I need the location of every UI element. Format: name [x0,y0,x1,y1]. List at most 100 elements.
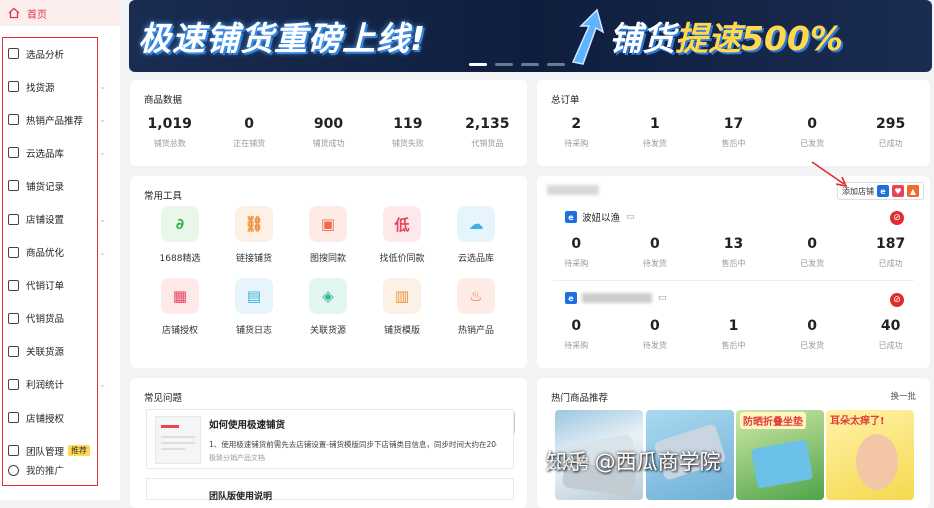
tool-item[interactable]: ▤ 铺货日志 [217,278,291,336]
stat-label: 已发货 [800,139,825,148]
faq-item[interactable]: 如何使用极速铺货 1、使用极速铺货前需先去店铺设置-铺货模版同步下店铺类目信息，… [146,409,514,469]
total-orders-card: 总订单 2 待采购 1 待发货 17 售后中 0 已发货 295 已成功 [537,80,930,166]
stat-value: 0 [807,116,817,132]
stat-label: 已成功 [878,139,903,148]
tool-label: 云选品库 [457,254,494,264]
stat-item[interactable]: 2 待采购 [537,116,616,149]
faq-description: 1、使用极速铺货前需先去店铺设置-铺货模版同步下店铺类目信息，同步时间大约在20… [209,440,497,449]
chevron-down-icon[interactable]: ⌄ [99,215,106,224]
sidebar-item-label: 我的推广 [26,466,65,477]
tool-icon: ▤ [235,278,273,314]
stat-item[interactable]: 119 铺货失败 [368,116,447,149]
tool-item[interactable]: ▦ 店铺授权 [143,278,217,336]
stat-label: 售后中 [721,139,746,148]
heart-icon[interactable]: ♥ [892,185,904,197]
stat-label: 已成功 [878,341,903,350]
tool-item[interactable]: ◈ 关联货源 [291,278,365,336]
stat-value: 17 [723,116,744,132]
stat-item[interactable]: 17 售后中 [694,116,773,149]
tool-label: 关联货源 [309,326,346,336]
faq-question: 如何使用极速铺货 [209,420,286,431]
sidebar-item-home[interactable]: 首页 [0,0,120,26]
product-card[interactable]: 防晒折叠坐垫 [736,410,824,500]
tool-icon: ▦ [161,278,199,314]
blurred-shop-label [547,185,599,195]
tool-icon: ▣ [309,206,347,242]
carousel-dots[interactable] [469,63,565,66]
faq-item[interactable]: 团队版使用说明 [146,478,514,502]
monitor-icon: ▭ [658,293,667,303]
product-card[interactable]: 耳朵太痒了! [826,410,914,500]
stat-item[interactable]: 0 正在铺货 [209,116,288,149]
tool-item[interactable]: ▥ 铺货模版 [365,278,439,336]
stat-item[interactable]: 187 已成功 [851,236,930,269]
shop-bag-icon[interactable]: ▲ [907,185,919,197]
stat-item[interactable]: 0 已发货 [773,236,852,269]
stat-value: 0 [244,116,254,132]
stat-item[interactable]: 1,019 铺货总数 [130,116,209,149]
chevron-down-icon[interactable]: ⌄ [99,380,106,389]
stat-item[interactable]: 900 铺货成功 [289,116,368,149]
remove-shop-icon[interactable]: ⊘ [890,293,904,307]
carousel-dot[interactable] [495,63,513,66]
tool-label: 图搜同款 [309,254,346,264]
tool-item[interactable]: ⛓ 链接铺货 [217,206,291,264]
stat-label: 铺货总数 [153,139,186,148]
stat-item[interactable]: 0 已发货 [773,116,852,149]
stat-label: 待采购 [564,139,589,148]
product-caption: 耳朵太痒了! [830,416,885,427]
carousel-dot[interactable] [521,63,539,66]
tool-item[interactable]: ▣ 图搜同款 [291,206,365,264]
faq-thumbnail [155,416,201,464]
stat-item[interactable]: 1 售后中 [694,318,773,351]
product-data-card: 商品数据 1,019 铺货总数 0 正在铺货 900 铺货成功 119 铺货失败 2,135 代销… [130,80,527,166]
stat-item[interactable]: 295 已成功 [851,116,930,149]
tool-label: 铺货模版 [383,326,420,336]
sidebar-item-label: 首页 [27,9,47,21]
sidebar-item-promo[interactable]: 我的推广 [8,463,64,477]
stat-item[interactable]: 13 售后中 [694,236,773,269]
stat-value: 187 [876,236,906,252]
chevron-down-icon[interactable]: ⌄ [99,148,106,157]
stat-item[interactable]: 40 已成功 [851,318,930,351]
stat-item[interactable]: 0 待发货 [616,236,695,269]
tool-icon: ∂ [161,206,199,242]
add-shop-button[interactable]: 添加店铺 e ♥ ▲ [837,182,924,200]
stat-value: 900 [313,116,344,132]
stat-item[interactable]: 0 待发货 [616,318,695,351]
refresh-button[interactable]: 换一批 [890,390,916,402]
stat-label: 售后中 [721,259,746,268]
stat-value: 0 [807,318,817,334]
banner-subline: 铺货提速500% [609,12,843,60]
stat-value: 119 [393,116,423,132]
tool-icon: ◈ [309,278,347,314]
tools-row: ∂ 1688精选 ⛓ 链接铺货 ▣ 图搜同款 低找低价同款 ☁ 云选品库 [143,206,540,264]
shop-name-row[interactable]: e ▭ [565,292,667,304]
platform-icon[interactable]: e [877,185,889,197]
tool-item[interactable]: 低找低价同款 [365,206,439,264]
promo-banner[interactable]: 极速铺货重磅上线! 铺货提速500% [129,0,932,72]
chevron-down-icon[interactable]: ⌄ [99,248,106,257]
stat-label: 待发货 [642,139,667,148]
chevron-down-icon[interactable]: ⌄ [99,115,106,124]
tool-item[interactable]: ∂ 1688精选 [143,206,217,264]
tool-item[interactable]: ☁ 云选品库 [439,206,513,264]
stat-item[interactable]: 0 待采购 [537,318,616,351]
banner-headline: 极速铺货重磅上线! [138,19,427,58]
stat-item[interactable]: 0 已发货 [773,318,852,351]
tools-card: 常用工具 ∂ 1688精选 ⛓ 链接铺货 ▣ 图搜同款 低找低价同款 ☁ 云选品库 ▦ 店铺授权 ▤ 铺… [130,176,527,368]
stat-item[interactable]: 0 待采购 [537,236,616,269]
tool-label: 店铺授权 [161,326,198,336]
carousel-dot[interactable] [547,63,565,66]
carousel-dot[interactable] [469,63,487,66]
product-caption: 防晒折叠坐垫 [740,412,806,429]
stat-item[interactable]: 1 待发货 [616,116,695,149]
tool-item[interactable]: ♨ 热销产品 [439,278,513,336]
shop-name-row[interactable]: e 波妞以渔 ▭ [565,210,635,224]
card-title: 常见问题 [144,393,183,404]
chevron-down-icon[interactable]: ⌄ [99,82,106,91]
stat-item[interactable]: 2,135 代销货品 [448,116,527,149]
stat-label: 代销货品 [471,139,504,148]
stat-label: 正在铺货 [233,139,266,148]
remove-shop-icon[interactable]: ⊘ [890,211,904,225]
